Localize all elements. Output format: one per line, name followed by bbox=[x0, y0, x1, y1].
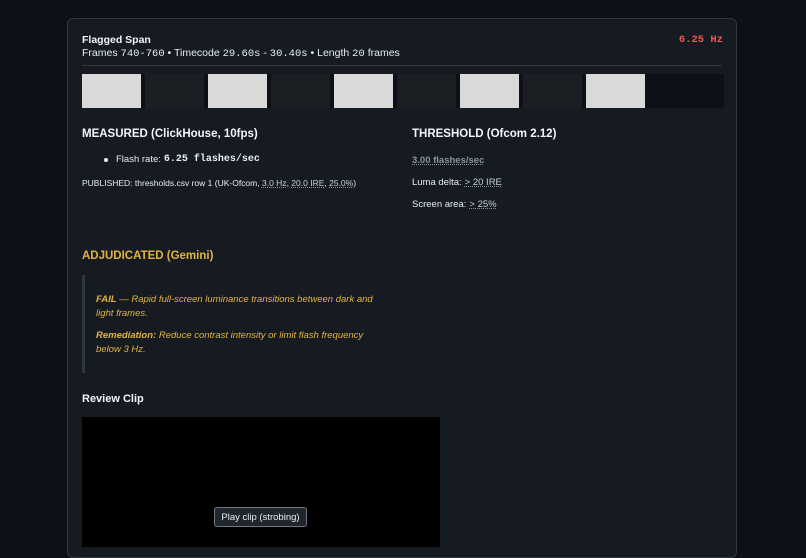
verdict-paragraph: FAIL — Rapid full-screen luminance trans… bbox=[96, 293, 386, 321]
frame-thumb-dark[interactable] bbox=[145, 74, 204, 108]
separator: • bbox=[167, 47, 172, 59]
frames-label: Frames bbox=[82, 47, 118, 59]
published-source: PUBLISHED: thresholds.csv row 1 (UK-Ofco… bbox=[82, 178, 357, 188]
screen-area-value[interactable]: > 25% bbox=[469, 199, 496, 210]
verdict-label: FAIL bbox=[96, 294, 117, 305]
published-area[interactable]: 25.0% bbox=[329, 178, 353, 188]
screen-area-label: Screen area: bbox=[412, 199, 467, 210]
span-meta: Frames 740-760 • Timecode 29.60s - 30.40… bbox=[82, 47, 400, 60]
remediation-paragraph: Remediation: Reduce contrast intensity o… bbox=[96, 329, 386, 357]
flash-frequency-badge: 6.25 Hz bbox=[678, 34, 723, 46]
measured-title: MEASURED (ClickHouse, 10fps) bbox=[82, 128, 258, 140]
frame-strip bbox=[82, 74, 724, 108]
flash-rate-value: 6.25 flashes/sec bbox=[163, 154, 260, 165]
verdict-text: — Rapid full-screen luminance transition… bbox=[96, 294, 373, 319]
frame-thumb-light[interactable] bbox=[586, 74, 645, 108]
threshold-rate[interactable]: 3.00 flashes/sec bbox=[412, 155, 484, 166]
separator: • bbox=[310, 47, 315, 59]
threshold-title: THRESHOLD (Ofcom 2.12) bbox=[412, 128, 557, 140]
timecode-dash: - bbox=[263, 47, 267, 59]
flash-rate-label: Flash rate: bbox=[116, 154, 161, 165]
frame-thumb-dark[interactable] bbox=[271, 74, 330, 108]
flagged-span-card: Flagged Span Frames 740-760 • Timecode 2… bbox=[67, 18, 737, 558]
review-clip-title: Review Clip bbox=[82, 393, 144, 405]
frame-thumb-light[interactable] bbox=[334, 74, 393, 108]
luma-delta-value[interactable]: > 20 IRE bbox=[465, 177, 502, 188]
bullet-icon bbox=[104, 157, 108, 162]
length-value: 20 bbox=[352, 48, 365, 60]
length-label: Length bbox=[317, 47, 350, 59]
frame-thumb-dark[interactable] bbox=[523, 74, 582, 108]
flash-rate-item: Flash rate: 6.25 flashes/sec bbox=[104, 154, 260, 165]
length-unit: frames bbox=[367, 47, 400, 59]
video-player[interactable]: Play clip (strobing) bbox=[82, 417, 440, 547]
screen-area-row: Screen area: > 25% bbox=[412, 199, 497, 210]
luma-delta-label: Luma delta: bbox=[412, 177, 462, 188]
published-hz[interactable]: 3.0 Hz bbox=[262, 178, 287, 188]
frame-thumb-light[interactable] bbox=[82, 74, 141, 108]
frame-thumb-light[interactable] bbox=[208, 74, 267, 108]
card-title: Flagged Span bbox=[82, 34, 151, 46]
timecode-end: 30.40s bbox=[269, 48, 308, 60]
adjudication-quote: FAIL — Rapid full-screen luminance trans… bbox=[82, 275, 382, 373]
header-divider bbox=[82, 65, 722, 66]
published-suffix: ) bbox=[353, 178, 357, 188]
frame-thumb-empty bbox=[649, 74, 708, 108]
frames-value: 740-760 bbox=[120, 48, 165, 60]
timecode-start: 29.60s bbox=[222, 48, 261, 60]
frame-thumb-light[interactable] bbox=[460, 74, 519, 108]
published-ire[interactable]: 20.0 IRE bbox=[291, 178, 324, 188]
frame-thumb-dark[interactable] bbox=[397, 74, 456, 108]
timecode-label: Timecode bbox=[173, 47, 220, 59]
published-prefix: PUBLISHED: thresholds.csv row 1 (UK-Ofco… bbox=[82, 178, 260, 188]
play-clip-button[interactable]: Play clip (strobing) bbox=[214, 507, 307, 527]
remediation-label: Remediation: bbox=[96, 330, 157, 341]
measured-section: MEASURED (ClickHouse, 10fps) Flash rate:… bbox=[82, 128, 382, 188]
adjudicated-title: ADJUDICATED (Gemini) bbox=[82, 250, 214, 262]
threshold-section: THRESHOLD (Ofcom 2.12) 3.00 flashes/sec … bbox=[412, 128, 712, 210]
luma-delta-row: Luma delta: > 20 IRE bbox=[412, 177, 502, 188]
